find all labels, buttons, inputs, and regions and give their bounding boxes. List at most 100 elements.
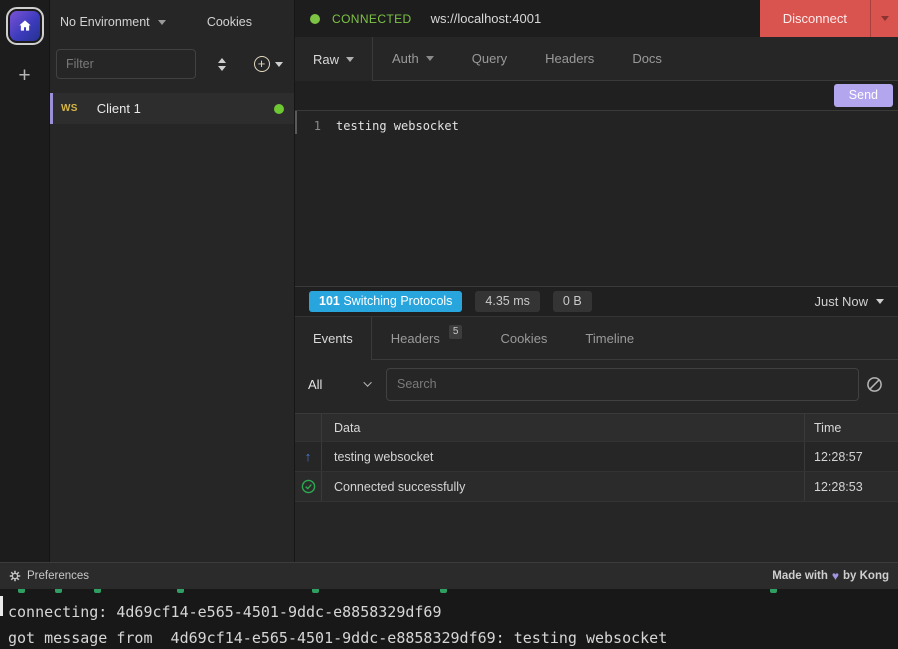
plus-circle-icon: + bbox=[254, 56, 270, 72]
events-search-input[interactable] bbox=[386, 368, 859, 401]
chevron-down-icon bbox=[363, 378, 371, 386]
tab-headers[interactable]: Headers bbox=[526, 37, 613, 80]
terminal-line: got message from 4d69cf14-e565-4501-9ddc… bbox=[8, 625, 898, 649]
chevron-down-icon bbox=[158, 20, 166, 25]
chevron-down-icon bbox=[426, 56, 434, 61]
environment-selector[interactable]: No Environment bbox=[60, 15, 166, 29]
status-bar: Preferences Made with ♥ by Kong bbox=[0, 562, 898, 589]
sort-up-icon bbox=[218, 58, 226, 63]
sidebar-filter-row: + bbox=[50, 44, 294, 84]
tab-response-cookies-label: Cookies bbox=[500, 331, 547, 346]
response-history-label: Just Now bbox=[815, 294, 868, 309]
event-type-select[interactable]: All bbox=[308, 377, 372, 392]
status-reason: Switching Protocols bbox=[343, 294, 452, 308]
tab-response-cookies[interactable]: Cookies bbox=[481, 317, 566, 359]
tab-docs[interactable]: Docs bbox=[613, 37, 681, 80]
table-row[interactable]: Connected successfully 12:28:53 bbox=[295, 472, 898, 502]
heart-icon: ♥ bbox=[832, 569, 839, 583]
tab-timeline[interactable]: Timeline bbox=[566, 317, 653, 359]
made-by-kong-credit: Made with ♥ by Kong bbox=[772, 569, 889, 583]
message-editor[interactable]: 1 testing websocket bbox=[295, 111, 898, 287]
row-icon-cell bbox=[295, 472, 322, 501]
tab-timeline-label: Timeline bbox=[585, 331, 634, 346]
chevron-down-icon bbox=[876, 299, 884, 304]
message-sent-arrow-icon: ↑ bbox=[305, 449, 312, 464]
app-window: + No Environment Cookies + WS Client 1 bbox=[0, 0, 898, 562]
chevron-down-icon bbox=[275, 62, 283, 67]
insomnia-logo bbox=[10, 11, 40, 41]
new-project-button[interactable]: + bbox=[18, 65, 30, 86]
response-status-bar: 101 Switching Protocols 4.35 ms 0 B Just… bbox=[295, 287, 898, 317]
connection-status-label: CONNECTED bbox=[332, 12, 412, 26]
add-request-button[interactable]: + bbox=[248, 56, 288, 72]
terminal-cursor bbox=[0, 596, 3, 616]
cookies-button[interactable]: Cookies bbox=[207, 15, 252, 29]
row-icon-cell: ↑ bbox=[295, 442, 322, 471]
chevron-down-icon bbox=[346, 57, 354, 62]
tab-events-label: Events bbox=[313, 331, 353, 346]
response-history-dropdown[interactable]: Just Now bbox=[815, 294, 884, 309]
table-row[interactable]: ↑ testing websocket 12:28:57 bbox=[295, 442, 898, 472]
credit-prefix: Made with bbox=[772, 570, 828, 582]
time-column-header: Time bbox=[805, 414, 898, 441]
tab-raw[interactable]: Raw bbox=[295, 37, 373, 81]
tab-auth[interactable]: Auth bbox=[373, 37, 453, 80]
status-code: 101 bbox=[319, 294, 340, 308]
sidebar-top-bar: No Environment Cookies bbox=[50, 0, 294, 44]
editor-content[interactable]: testing websocket bbox=[336, 118, 459, 135]
url-bar: CONNECTED ws://localhost:4001 Disconnect bbox=[295, 0, 898, 37]
sort-down-icon bbox=[218, 66, 226, 71]
gear-icon bbox=[9, 570, 21, 582]
disconnect-button-group: Disconnect bbox=[760, 0, 898, 37]
sidebar-filter-input[interactable] bbox=[56, 49, 196, 79]
response-tabbar: Events Headers5 Cookies Timeline bbox=[295, 317, 898, 360]
event-time-cell: 12:28:57 bbox=[805, 442, 898, 471]
send-button[interactable]: Send bbox=[834, 84, 893, 107]
events-filter-row: All bbox=[295, 360, 898, 408]
event-data-cell: Connected successfully bbox=[322, 472, 805, 501]
icon-rail: + bbox=[0, 0, 50, 562]
data-column-header: Data bbox=[322, 414, 805, 441]
tab-raw-label: Raw bbox=[313, 52, 339, 67]
websocket-url[interactable]: ws://localhost:4001 bbox=[431, 11, 760, 26]
home-icon bbox=[17, 18, 33, 34]
credit-suffix: by Kong bbox=[843, 570, 889, 582]
event-type-value: All bbox=[308, 377, 322, 392]
home-button[interactable] bbox=[6, 7, 44, 45]
clear-events-button[interactable] bbox=[866, 376, 885, 393]
client-name: Client 1 bbox=[97, 101, 274, 116]
event-data-cell: testing websocket bbox=[322, 442, 805, 471]
event-time-cell: 12:28:53 bbox=[805, 472, 898, 501]
tab-events[interactable]: Events bbox=[295, 317, 372, 360]
events-table-header: Data Time bbox=[295, 414, 898, 442]
tab-query[interactable]: Query bbox=[453, 37, 526, 80]
tab-headers-label: Headers bbox=[545, 51, 594, 66]
terminal-clipped-line bbox=[0, 589, 898, 594]
response-size-chip: 0 B bbox=[553, 291, 592, 312]
response-tabbar-rest: Headers5 Cookies Timeline bbox=[372, 317, 898, 360]
elapsed-time-chip: 4.35 ms bbox=[475, 291, 539, 312]
request-tabbar-rest: Auth Query Headers Docs bbox=[373, 37, 898, 81]
disconnect-button[interactable]: Disconnect bbox=[760, 0, 870, 37]
sidebar: No Environment Cookies + WS Client 1 bbox=[50, 0, 295, 562]
chevron-down-icon bbox=[881, 16, 889, 21]
send-row: Send bbox=[295, 81, 898, 111]
headers-count-badge: 5 bbox=[449, 325, 463, 339]
editor-line: 1 testing websocket bbox=[295, 118, 898, 135]
line-number: 1 bbox=[295, 118, 336, 135]
terminal[interactable]: connecting: 4d69cf14-e565-4501-9ddc-e885… bbox=[0, 589, 898, 649]
sidebar-item-client-1[interactable]: WS Client 1 bbox=[50, 93, 294, 124]
request-tabbar: Raw Auth Query Headers Docs bbox=[295, 37, 898, 81]
ban-icon bbox=[866, 376, 883, 393]
connected-status-dot bbox=[274, 104, 284, 114]
main-empty-area bbox=[295, 502, 898, 562]
events-table: Data Time ↑ testing websocket 12:28:57 C… bbox=[295, 413, 898, 502]
sort-button[interactable] bbox=[196, 58, 248, 71]
tab-response-headers[interactable]: Headers5 bbox=[372, 317, 482, 359]
terminal-line: connecting: 4d69cf14-e565-4501-9ddc-e885… bbox=[8, 599, 898, 625]
preferences-button[interactable]: Preferences bbox=[9, 570, 89, 582]
disconnect-dropdown-button[interactable] bbox=[870, 0, 898, 37]
preferences-label: Preferences bbox=[27, 570, 89, 582]
connected-check-icon bbox=[301, 479, 316, 494]
ws-method-tag: WS bbox=[61, 103, 78, 114]
